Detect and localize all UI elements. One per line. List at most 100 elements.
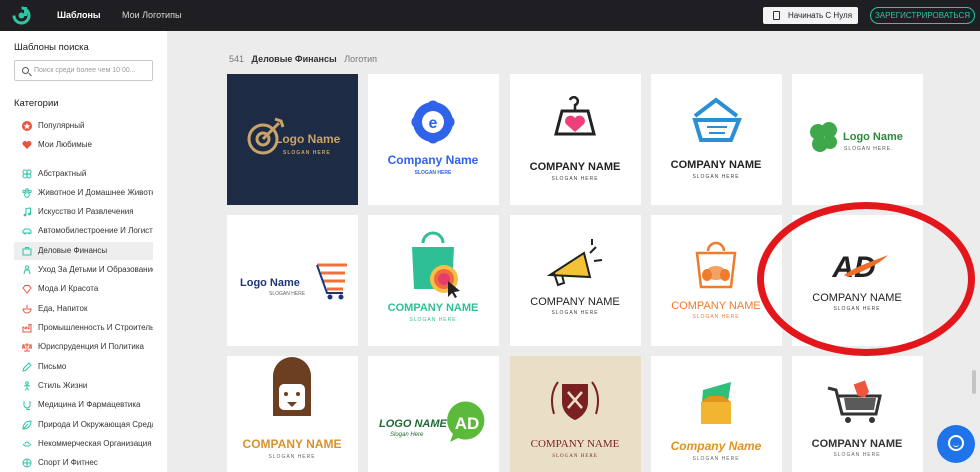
star-icon bbox=[22, 121, 32, 131]
target-arrow-logo-icon: Logo Name SLOGAN HERE bbox=[247, 117, 341, 156]
category-label: Деловые Финансы bbox=[38, 246, 108, 255]
result-count: 541 bbox=[229, 54, 245, 64]
category-popular[interactable]: Популярный bbox=[14, 117, 153, 135]
template-slogan: SLOGAN HERE bbox=[551, 176, 598, 182]
template-name: COMPANY NAME bbox=[530, 161, 621, 173]
category-food[interactable]: Еда, Напиток bbox=[14, 300, 153, 318]
category-label: Стиль Жизни bbox=[38, 381, 88, 390]
category-nature[interactable]: Природа И Окружающая Среда bbox=[14, 416, 153, 434]
category-nonprofit[interactable]: Некоммерческая Организация bbox=[14, 435, 153, 453]
category-law[interactable]: Юриспруденция И Политика bbox=[14, 338, 153, 356]
template-slogan: Slogan Here bbox=[390, 432, 424, 438]
category-industry[interactable]: Промышленность И Строительство bbox=[14, 319, 153, 337]
clover-logo-icon: Logo Name SLOGAN HERE. bbox=[810, 122, 903, 152]
start-from-scratch-button[interactable]: Начинать С Нуля bbox=[763, 7, 858, 24]
template-card[interactable]: COMPANY NAME SLOGAN HERE bbox=[651, 74, 782, 205]
template-slogan: SLOGAN HERE bbox=[692, 314, 739, 320]
template-slogan: SLOGAN HERE. bbox=[844, 146, 894, 152]
template-name: COMPANY NAME bbox=[812, 438, 903, 450]
heart-icon bbox=[22, 140, 32, 150]
blue-e-logo-icon: e Company Name SLOGAN HERE bbox=[388, 100, 479, 176]
template-slogan: SLOGAN HERE bbox=[415, 170, 452, 176]
search-box[interactable] bbox=[14, 60, 153, 81]
category-sport[interactable]: Спорт И Фитнес bbox=[14, 454, 153, 472]
template-card[interactable]: COMPANY NAME SLOGAN HERE bbox=[510, 356, 641, 472]
template-slogan: SLOGAN HERE bbox=[692, 456, 739, 462]
shopping-bag-logo-icon: COMPANY NAME SLOGAN HERE bbox=[388, 231, 479, 323]
briefcase-icon bbox=[22, 246, 32, 256]
template-card[interactable]: Logo Name SLOGAN HERE bbox=[227, 215, 358, 346]
sidebar: Шаблоны поиска Категории Популярный Мои … bbox=[0, 31, 167, 472]
chat-support-button[interactable] bbox=[937, 425, 975, 463]
category-abstract[interactable]: Абстрактный bbox=[14, 165, 153, 183]
category-medical[interactable]: Медицина И Фармацевтика bbox=[14, 396, 153, 414]
template-name: Company Name bbox=[388, 153, 479, 167]
template-name: Logo Name bbox=[275, 132, 341, 146]
template-card[interactable]: AD LOGO NAME Slogan Here bbox=[368, 356, 499, 472]
search-icon bbox=[22, 67, 29, 74]
template-card[interactable]: Company Name SLOGAN HERE bbox=[651, 356, 782, 472]
start-button-label: Начинать С Нуля bbox=[788, 11, 853, 20]
search-input[interactable] bbox=[34, 64, 150, 77]
template-card[interactable]: COMPANY NAME SLOGAN HERE bbox=[510, 74, 641, 205]
tab-my-logos[interactable]: Мои Логотипы bbox=[122, 0, 181, 31]
car-icon bbox=[22, 226, 32, 236]
medicine-icon bbox=[22, 400, 32, 410]
category-label: Абстрактный bbox=[38, 169, 87, 178]
leaf-icon bbox=[22, 420, 32, 430]
template-card[interactable]: COMPANY NAME SLOGAN HERE bbox=[227, 356, 358, 472]
category-label: Животное И Домашнее Животное bbox=[38, 188, 153, 197]
category-label: Природа И Окружающая Среда bbox=[38, 420, 153, 429]
hands-icon bbox=[22, 439, 32, 449]
category-lifestyle[interactable]: Стиль Жизни bbox=[14, 377, 153, 395]
tab-templates[interactable]: Шаблоны bbox=[57, 0, 101, 31]
annotation-circle bbox=[757, 202, 975, 356]
category-animals[interactable]: Животное И Домашнее Животное bbox=[14, 184, 153, 202]
category-label: Искусство И Развлечения bbox=[38, 207, 134, 216]
category-label: Автомобилестроение И Логистика bbox=[38, 226, 153, 235]
category-business-finance[interactable]: Деловые Финансы bbox=[14, 242, 153, 260]
abstract-icon bbox=[22, 169, 32, 179]
top-navigation-bar: Шаблоны Мои Логотипы Начинать С Нуля ЗАР… bbox=[0, 0, 980, 31]
categories-title: Категории bbox=[14, 98, 59, 109]
category-label: Юриспруденция И Политика bbox=[38, 342, 144, 351]
diamond-icon bbox=[22, 284, 32, 294]
svg-text:e: e bbox=[429, 115, 438, 132]
pen-icon bbox=[22, 362, 32, 372]
category-automotive[interactable]: Автомобилестроение И Логистика bbox=[14, 222, 153, 240]
template-name: COMPANY NAME bbox=[388, 302, 479, 314]
category-label: Медицина И Фармацевтика bbox=[38, 400, 141, 409]
sport-icon bbox=[22, 458, 32, 468]
template-card[interactable]: COMPANY NAME SLOGAN HERE bbox=[510, 215, 641, 346]
breadcrumb: 541 Деловые Финансы Логотип bbox=[229, 54, 377, 64]
template-name: LOGO NAME bbox=[379, 418, 447, 430]
category-fashion[interactable]: Мода И Красота bbox=[14, 280, 153, 298]
category-arts[interactable]: Искусство И Развлечения bbox=[14, 203, 153, 221]
hanger-heart-logo-icon: COMPANY NAME SLOGAN HERE bbox=[530, 95, 621, 182]
category-favorites[interactable]: Мои Любимые bbox=[14, 136, 153, 154]
category-childcare[interactable]: Уход За Детьми И Образование bbox=[14, 261, 153, 279]
template-card[interactable]: COMPANY NAME SLOGAN HERE bbox=[368, 215, 499, 346]
paw-icon bbox=[22, 188, 32, 198]
wallet-logo-icon: Company Name SLOGAN HERE bbox=[671, 382, 762, 462]
template-slogan: SLOGAN HERE bbox=[552, 454, 598, 459]
template-name: Logo Name bbox=[843, 131, 903, 143]
chat-bubble-icon bbox=[948, 435, 964, 451]
template-card[interactable]: COMPANY NAME SLOGAN HERE bbox=[792, 356, 923, 472]
category-label: Уход За Детьми И Образование bbox=[38, 265, 153, 274]
template-card[interactable]: Logo Name SLOGAN HERE. bbox=[792, 74, 923, 205]
template-slogan: SLOGAN HERE bbox=[283, 150, 331, 156]
category-letter[interactable]: Письмо bbox=[14, 358, 153, 376]
category-label: Мои Любимые bbox=[38, 140, 92, 149]
breadcrumb-category[interactable]: Деловые Финансы bbox=[252, 54, 337, 64]
music-icon bbox=[22, 207, 32, 217]
register-button[interactable]: ЗАРЕГИСТРИРОВАТЬСЯ bbox=[870, 7, 975, 24]
template-card[interactable]: Logo Name SLOGAN HERE bbox=[227, 74, 358, 205]
template-name: COMPANY NAME bbox=[671, 159, 762, 171]
page-scrollbar[interactable] bbox=[972, 370, 976, 394]
scales-icon bbox=[21, 342, 33, 352]
crest-shield-logo-icon: COMPANY NAME SLOGAN HERE bbox=[531, 381, 620, 459]
ad-bubble-logo-icon: AD LOGO NAME Slogan Here bbox=[379, 401, 485, 442]
app-logo-icon[interactable] bbox=[11, 5, 32, 26]
template-card[interactable]: e Company Name SLOGAN HERE bbox=[368, 74, 499, 205]
